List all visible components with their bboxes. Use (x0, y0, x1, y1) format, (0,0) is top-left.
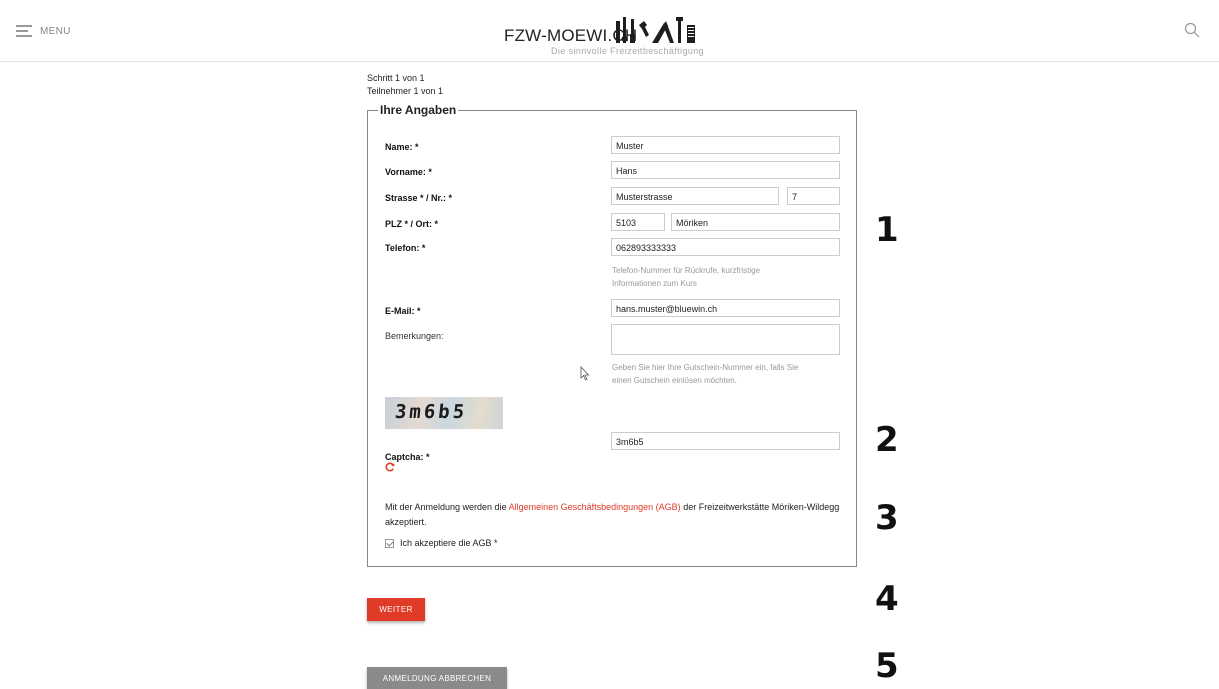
captcha-image-text: 3m6b5 (393, 401, 469, 423)
plz-input[interactable]: 5103 (611, 213, 665, 231)
logo-subtitle: Die sinnvolle Freizeitbeschäftigung (551, 46, 705, 56)
bemerkungen-help: Geben Sie hier Ihre Gutschein-Nummer ein… (612, 363, 799, 385)
vorname-label: Vorname: * (385, 167, 432, 177)
vorname-input[interactable]: Hans (611, 161, 840, 179)
site-logo[interactable]: FZW-MOEWI.CH Die sinnvolle Freizeitbesch… (504, 12, 744, 58)
telefon-input[interactable]: 062893333333 (611, 238, 840, 256)
weiter-button[interactable]: WEITER (367, 598, 425, 621)
agb-text: Mit der Anmeldung werden die Allgemeinen… (385, 502, 840, 527)
fieldset-legend: Ihre Angaben (378, 103, 459, 117)
cursor-icon (580, 366, 590, 381)
name-input[interactable]: Muster (611, 136, 840, 154)
annotation-5: 5 (875, 646, 899, 686)
plz-ort-label: PLZ * / Ort: * (385, 219, 439, 229)
agb-checkbox[interactable] (385, 538, 394, 548)
bemerkungen-label: Bemerkungen: (385, 331, 444, 341)
agb-link[interactable]: Allgemeinen Geschäftsbedingungen (AGB) (509, 502, 681, 512)
agb-checkbox-row[interactable]: Ich akzeptiere die AGB * (385, 538, 498, 548)
email-label: E-Mail: * (385, 306, 421, 316)
bemerkungen-input[interactable] (611, 324, 840, 355)
tools-logo-icon (616, 17, 695, 43)
site-header: MENU FZW-MOEWI.CH Die sinnvolle Freizeit… (0, 0, 1219, 62)
house-number-input[interactable]: 7 (787, 187, 840, 205)
step-counter: Schritt 1 von 1 (367, 73, 425, 83)
annotation-4: 4 (875, 579, 899, 619)
captcha-input[interactable]: 3m6b5 (611, 432, 840, 450)
captcha-image: 3m6b5 (385, 397, 503, 429)
email-input[interactable]: hans.muster@bluewin.ch (611, 299, 840, 317)
captcha-label: Captcha: * (385, 452, 430, 462)
progress-info: Schritt 1 von 1 Teilnehmer 1 von 1 (367, 72, 443, 98)
strasse-label: Strasse * / Nr.: * (385, 193, 453, 203)
menu-button[interactable]: MENU (16, 25, 71, 37)
personal-data-fieldset: Ihre Angaben Name: * Muster Vorname: * H… (367, 103, 857, 567)
telefon-label: Telefon: * (385, 243, 426, 253)
annotation-1: 1 (875, 210, 899, 250)
menu-label: MENU (40, 25, 71, 37)
refresh-icon[interactable] (385, 462, 395, 472)
search-icon[interactable] (1184, 22, 1200, 38)
participant-counter: Teilnehmer 1 von 1 (367, 86, 444, 96)
telefon-help: Telefon-Nummer für Rückrufe, kurzfristig… (612, 266, 761, 288)
ort-input[interactable]: Möriken (671, 213, 840, 231)
annotation-2: 2 (875, 420, 899, 460)
annotation-3: 3 (875, 498, 899, 538)
agb-checkbox-label: Ich akzeptiere die AGB * (400, 538, 498, 548)
hamburger-icon (16, 25, 32, 37)
name-label: Name: * (385, 142, 419, 152)
street-input[interactable]: Musterstrasse (611, 187, 779, 205)
